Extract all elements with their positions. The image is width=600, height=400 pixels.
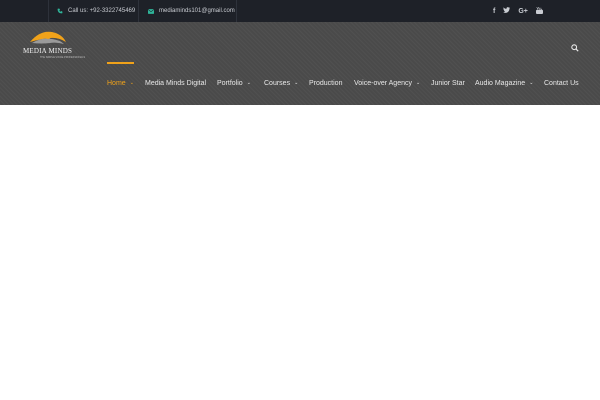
phone-text: Call us: +92-3322745469 xyxy=(68,8,136,14)
nav-item-production[interactable]: Production xyxy=(309,77,342,89)
nav-item-media-minds-digital[interactable]: Media Minds Digital xyxy=(145,77,206,89)
google-plus-icon[interactable]: G+ xyxy=(518,8,528,15)
chevron-down-icon: ⌄ xyxy=(294,80,299,86)
nav-item-voice-over-agency[interactable]: Voice-over Agency ⌄ xyxy=(354,77,420,89)
nav-media-minds-digital-label: Media Minds Digital xyxy=(145,79,207,87)
nav-production-label: Production xyxy=(309,79,343,87)
nav-item-portfolio[interactable]: Portfolio ⌄ xyxy=(217,77,251,89)
nav-audio-magazine-label: Audio Magazine xyxy=(475,79,526,87)
nav-home-label: Home xyxy=(107,79,126,87)
phone-contact[interactable]: Call us: +92-3322745469 xyxy=(57,0,135,22)
envelope-icon xyxy=(148,8,154,14)
nav-item-junior-star[interactable]: Junior Star xyxy=(431,77,465,89)
active-nav-indicator xyxy=(107,62,134,64)
nav-item-home[interactable]: Home ⌄ xyxy=(107,77,134,89)
search-button[interactable] xyxy=(571,39,579,57)
nav-item-courses[interactable]: Courses ⌄ xyxy=(264,77,298,89)
youtube-icon[interactable] xyxy=(535,6,543,16)
nav-item-contact-us[interactable]: Contact Us xyxy=(544,77,579,89)
main-header xyxy=(0,22,600,105)
brand-name: MEDIA MINDS xyxy=(23,47,73,55)
nav-portfolio-label: Portfolio xyxy=(217,79,243,87)
nav-junior-star-label: Junior Star xyxy=(431,79,465,87)
chevron-down-icon: ⌄ xyxy=(529,80,534,86)
facebook-icon[interactable]: f xyxy=(493,8,495,15)
email-text: mediaminds101@gmail.com xyxy=(159,8,235,14)
phone-icon xyxy=(57,8,63,14)
search-icon xyxy=(571,44,579,52)
topbar-divider xyxy=(138,0,139,22)
top-bar: Call us: +92-3322745469 mediaminds101@gm… xyxy=(0,0,600,22)
topbar-divider xyxy=(236,0,237,22)
twitter-icon[interactable] xyxy=(503,7,511,15)
page-content xyxy=(0,105,600,400)
nav-voice-over-agency-label: Voice-over Agency xyxy=(354,79,412,87)
topbar-divider xyxy=(48,0,49,22)
nav-contact-us-label: Contact Us xyxy=(544,79,579,87)
chevron-down-icon: ⌄ xyxy=(415,80,421,86)
nav-item-audio-magazine[interactable]: Audio Magazine ⌄ xyxy=(475,77,533,89)
nav-courses-label: Courses xyxy=(264,79,291,87)
chevron-down-icon: ⌄ xyxy=(129,80,134,86)
email-contact[interactable]: mediaminds101@gmail.com xyxy=(148,0,235,22)
brand-tagline: THE SIMPLE VOICE PROFESSIONALS xyxy=(40,56,86,59)
chevron-down-icon: ⌄ xyxy=(246,80,251,86)
social-links: f G+ xyxy=(485,0,543,22)
